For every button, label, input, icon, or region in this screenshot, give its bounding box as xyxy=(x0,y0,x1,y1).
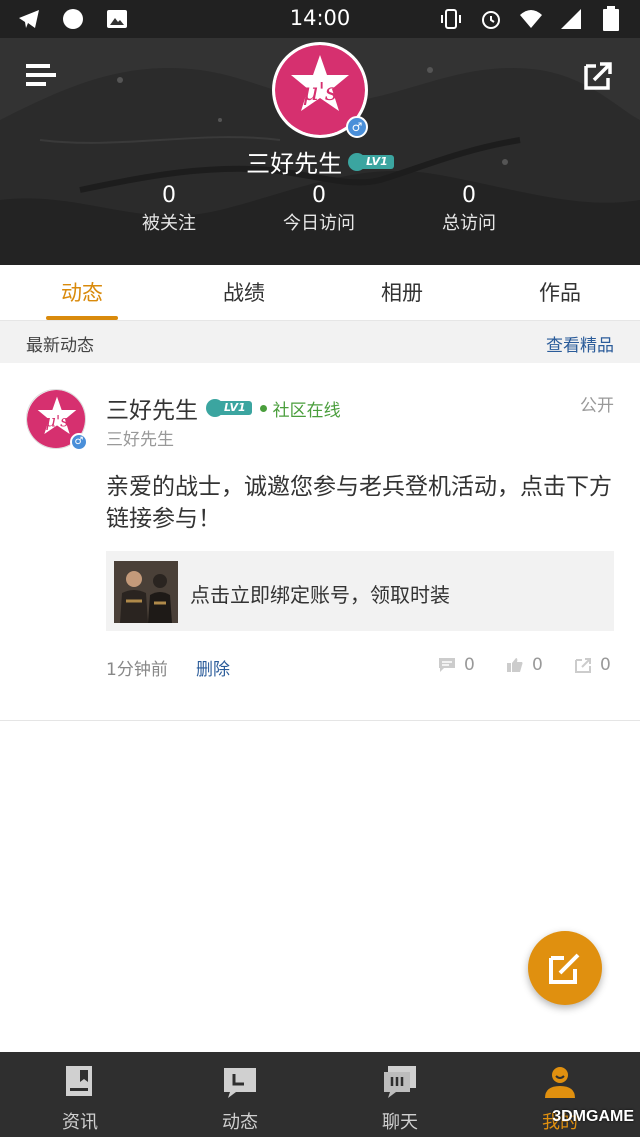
svg-text:μ's: μ's xyxy=(303,78,338,106)
section-title: 最新动态 xyxy=(26,336,94,356)
edit-icon xyxy=(549,953,580,984)
profile-stats: 0 被关注 0 今日访问 0 总访问 xyxy=(0,182,640,242)
gender-male-icon: ♂ xyxy=(70,433,88,451)
share-icon xyxy=(584,62,612,90)
link-thumbnail xyxy=(114,561,178,623)
menu-icon xyxy=(26,64,56,86)
tab-records[interactable]: 战绩 xyxy=(164,265,324,321)
level-badge: LV1 xyxy=(206,399,252,417)
post-author-subtitle: 三好先生 xyxy=(106,430,174,450)
tab-album[interactable]: 相册 xyxy=(322,265,482,321)
wifi-icon xyxy=(518,6,544,32)
feed-post: μ's ♂ 三好先生 LV1 社区在线 三好先生 公开 亲爱的战士，诚邀您参与老… xyxy=(0,363,640,721)
thumbs-up-icon xyxy=(507,658,523,672)
nav-feed[interactable]: 动态 xyxy=(160,1052,320,1137)
link-card-text: 点击立即绑定账号，领取时装 xyxy=(190,583,450,607)
alarm-icon xyxy=(478,6,504,32)
bottom-navigation: 资讯 动态 聊天 我的 xyxy=(0,1052,640,1137)
post-time: 1分钟前 xyxy=(106,660,168,680)
profile-icon xyxy=(545,1067,575,1098)
post-author-name[interactable]: 三好先生 xyxy=(106,391,198,425)
like-button[interactable]: 0 xyxy=(506,655,543,675)
compose-post-button[interactable] xyxy=(528,931,602,1005)
feed-icon xyxy=(224,1068,256,1098)
chat-icon xyxy=(384,1066,416,1098)
nav-news[interactable]: 资讯 xyxy=(0,1052,160,1137)
post-text: 亲爱的战士，诚邀您参与老兵登机活动，点击下方链接参与！ xyxy=(106,474,612,532)
news-icon xyxy=(66,1066,92,1096)
active-tab-indicator xyxy=(46,316,118,320)
post-footer: 1分钟前 删除 0 0 0 xyxy=(106,653,614,681)
signal-icon xyxy=(558,6,584,32)
stat-total-visits[interactable]: 0 总访问 xyxy=(389,182,549,238)
level-badge: LV1 xyxy=(348,152,394,171)
post-link-card[interactable]: 点击立即绑定账号，领取时装 xyxy=(106,551,614,631)
share-post-button[interactable]: 0 xyxy=(574,655,611,675)
gender-male-icon: ♂ xyxy=(346,116,368,138)
profile-name-row: 三好先生 LV1 xyxy=(0,144,640,179)
section-header: 最新动态 查看精品 xyxy=(0,321,640,363)
online-status: 社区在线 xyxy=(259,396,341,421)
share-icon xyxy=(575,658,591,673)
comment-button[interactable]: 0 xyxy=(438,655,475,675)
nav-chat[interactable]: 聊天 xyxy=(320,1052,480,1137)
battery-icon xyxy=(598,6,624,32)
view-featured-link[interactable]: 查看精品 xyxy=(546,331,614,356)
status-bar: 14:00 xyxy=(0,0,640,38)
comment-icon xyxy=(439,658,455,672)
online-dot-icon xyxy=(259,404,267,412)
profile-header: 14:00 μ's ♂ 三好先生 LV1 0 被关注 0 今日访问 0 总访问 xyxy=(0,0,640,265)
stat-followers[interactable]: 0 被关注 xyxy=(89,182,249,238)
post-visibility: 公开 xyxy=(580,396,614,416)
delete-post-button[interactable]: 删除 xyxy=(196,655,230,680)
stat-today-visits[interactable]: 0 今日访问 xyxy=(239,182,399,238)
profile-tabs: 动态 战绩 相册 作品 xyxy=(0,265,640,321)
vibrate-icon xyxy=(438,6,464,32)
tab-feed[interactable]: 动态 xyxy=(2,265,162,321)
profile-username: 三好先生 xyxy=(246,150,343,178)
menu-button[interactable] xyxy=(22,58,62,94)
watermark: 3DMGAME xyxy=(552,1108,634,1125)
tab-works[interactable]: 作品 xyxy=(480,265,640,321)
share-profile-button[interactable] xyxy=(580,58,616,94)
profile-avatar[interactable]: μ's ♂ xyxy=(272,42,368,138)
svg-text:μ's: μ's xyxy=(45,412,68,431)
